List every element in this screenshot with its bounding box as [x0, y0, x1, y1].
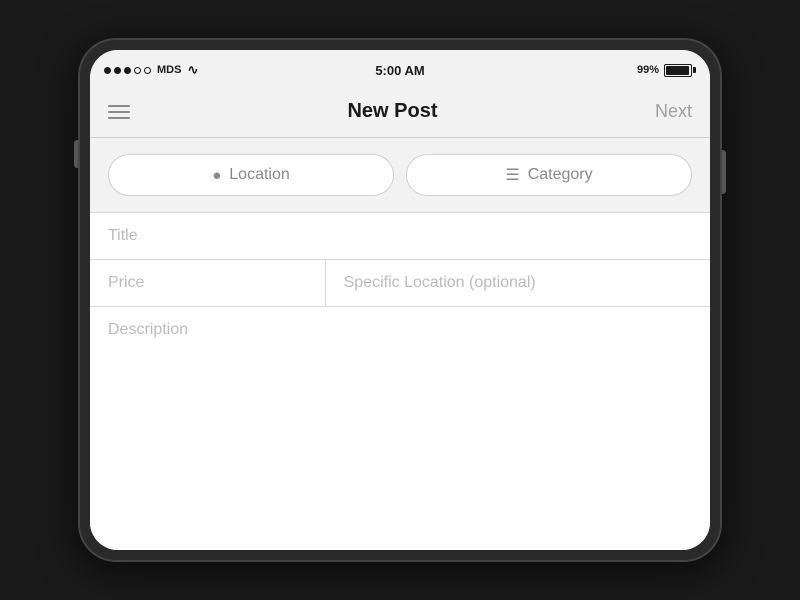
status-bar: MDS ∿ 5:00 AM 99% — [90, 50, 710, 86]
specific-location-field[interactable]: Specific Location (optional) — [326, 260, 710, 306]
filter-row: ● Location ☰ Category — [90, 138, 710, 213]
battery-icon — [664, 64, 692, 77]
status-right: 99% — [637, 64, 692, 77]
wifi-icon: ∿ — [187, 62, 198, 78]
signal-dot-3 — [124, 67, 131, 74]
category-list-icon: ☰ — [505, 165, 519, 185]
signal-dots — [104, 67, 151, 74]
status-time: 5:00 AM — [375, 63, 424, 78]
category-filter-button[interactable]: ☰ Category — [406, 154, 692, 196]
signal-dot-4 — [134, 67, 141, 74]
menu-button[interactable] — [108, 105, 130, 119]
description-field[interactable]: Description — [90, 307, 710, 550]
signal-dot-5 — [144, 67, 151, 74]
hamburger-line-2 — [108, 111, 130, 113]
price-field[interactable]: Price — [90, 260, 326, 306]
title-placeholder: Title — [108, 227, 138, 244]
nav-bar: New Post Next — [90, 86, 710, 138]
battery-pct: 99% — [637, 64, 659, 76]
hamburger-line-1 — [108, 105, 130, 107]
screen: MDS ∿ 5:00 AM 99% New Post Next — [90, 50, 710, 550]
page-title: New Post — [347, 100, 437, 123]
battery-fill — [666, 66, 689, 75]
signal-dot-1 — [104, 67, 111, 74]
location-filter-button[interactable]: ● Location — [108, 154, 394, 196]
category-filter-label: Category — [528, 166, 593, 184]
specific-location-placeholder: Specific Location (optional) — [344, 274, 536, 291]
hamburger-line-3 — [108, 117, 130, 119]
location-filter-label: Location — [229, 166, 290, 184]
description-placeholder: Description — [108, 321, 188, 338]
phone-frame: MDS ∿ 5:00 AM 99% New Post Next — [80, 40, 720, 560]
next-button[interactable]: Next — [655, 101, 692, 122]
location-pin-icon: ● — [212, 167, 221, 184]
price-placeholder: Price — [108, 274, 144, 291]
carrier-label: MDS — [157, 64, 181, 76]
status-left: MDS ∿ — [104, 62, 198, 78]
signal-dot-2 — [114, 67, 121, 74]
price-location-row: Price Specific Location (optional) — [90, 260, 710, 307]
content-area: ● Location ☰ Category Title Price Specif… — [90, 138, 710, 550]
title-field[interactable]: Title — [90, 213, 710, 260]
